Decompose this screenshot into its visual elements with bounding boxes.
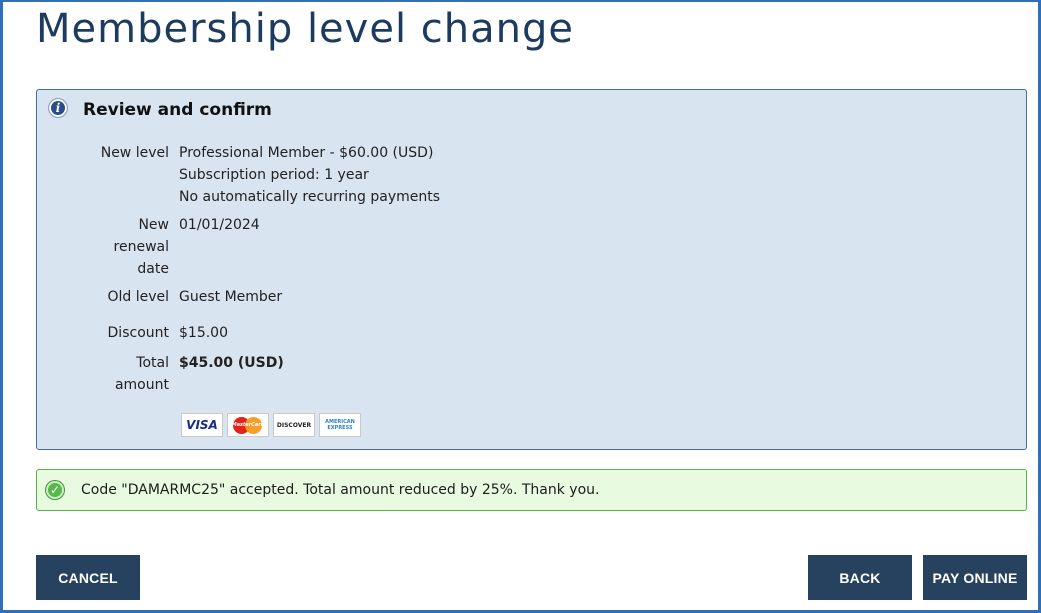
total-value: $45.00 (USD) (179, 355, 284, 371)
renewal-label-line: New (138, 217, 169, 233)
review-panel: i Review and confirm New level Professio… (36, 89, 1027, 450)
mastercard-label: MasterCard (231, 422, 265, 428)
new-level-line: Subscription period: 1 year (179, 167, 369, 183)
payment-cards: VISA MasterCard DISCOVER AMERICAN EXPRES… (181, 413, 361, 437)
amex-label-line: EXPRESS (327, 425, 353, 431)
new-level-line: Professional Member - $60.00 (USD) (179, 145, 434, 161)
renewal-label-line: date (137, 261, 169, 277)
visa-card-icon: VISA (181, 413, 223, 437)
back-button[interactable]: BACK (808, 555, 912, 600)
renewal-label: New renewal date (77, 214, 169, 280)
page-title: Membership level change (36, 6, 574, 52)
success-message: Code "DAMARMC25" accepted. Total amount … (81, 482, 600, 498)
discount-value: $15.00 (179, 325, 228, 341)
new-level-value: Professional Member - $60.00 (USD) Subsc… (179, 142, 440, 208)
new-level-line: No automatically recurring payments (179, 189, 441, 205)
old-level-label: Old level (107, 289, 169, 305)
info-icon: i (48, 98, 68, 118)
cancel-button[interactable]: CANCEL (36, 555, 140, 600)
discover-card-icon: DISCOVER (273, 413, 315, 437)
success-message-box: ✓ Code "DAMARMC25" accepted. Total amoun… (36, 469, 1027, 511)
new-level-label: New level (100, 145, 169, 161)
total-label: Total amount (77, 352, 169, 396)
amex-card-icon: AMERICAN EXPRESS (319, 413, 361, 437)
total-label-line: Total (136, 355, 169, 371)
renewal-label-line: renewal (113, 239, 169, 255)
review-title: Review and confirm (83, 100, 272, 120)
pay-online-button[interactable]: PAY ONLINE (923, 555, 1027, 600)
total-label-line: amount (114, 377, 169, 393)
renewal-value: 01/01/2024 (179, 217, 260, 233)
old-level-value: Guest Member (179, 289, 283, 305)
check-circle-icon: ✓ (46, 481, 64, 499)
mastercard-card-icon: MasterCard (227, 413, 269, 437)
discount-label: Discount (107, 325, 169, 341)
